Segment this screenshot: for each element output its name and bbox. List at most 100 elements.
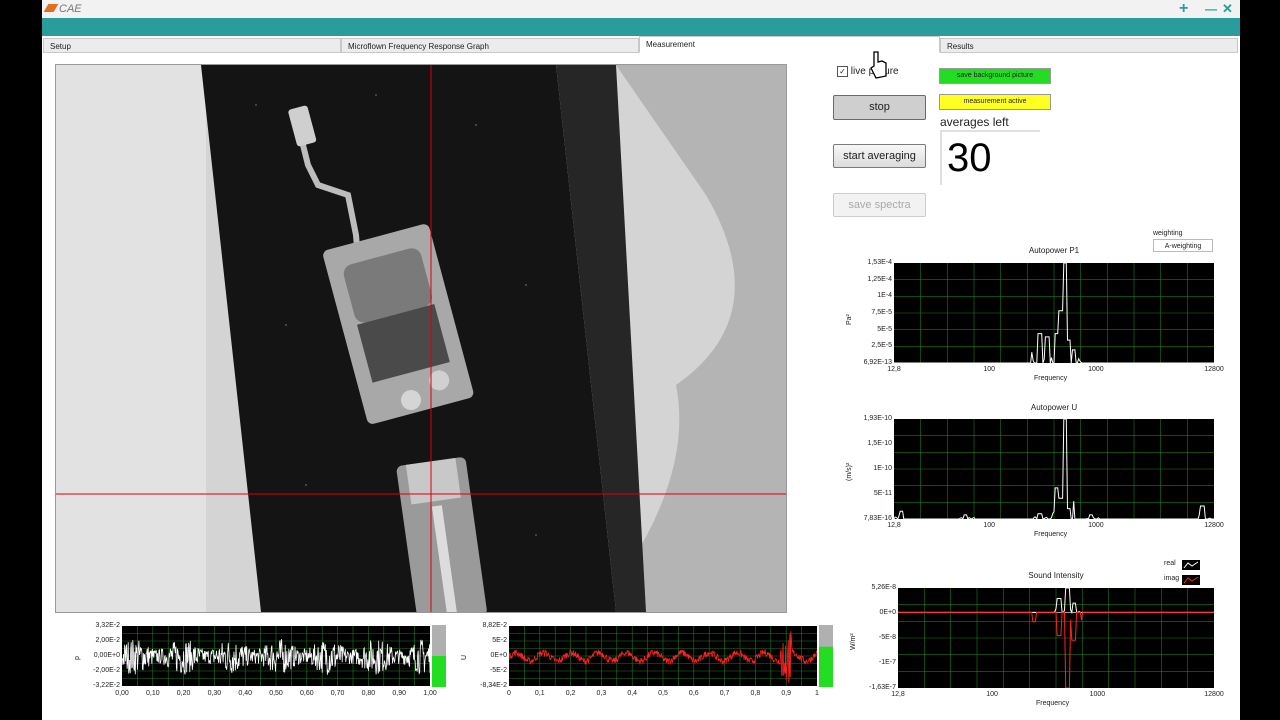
averages-left-label: averages left — [940, 115, 1009, 129]
tab-frequency-response[interactable]: Microflown Frequency Response Graph — [341, 38, 639, 53]
y-tick-label: 1,53E-4 — [867, 259, 892, 266]
legend-label-imag: imag — [1164, 575, 1180, 582]
legend-label-real: real — [1164, 560, 1176, 567]
spectrum-plot-1[interactable] — [894, 419, 1214, 519]
y-tick-label: -8,34E-2 — [480, 682, 507, 689]
x-tick-label: 0,90 — [392, 690, 406, 697]
y-tick-label: 6,92E-13 — [863, 359, 892, 366]
camera-image — [56, 65, 786, 612]
checkmark-icon: ✓ — [837, 66, 848, 77]
y-axis-label: Pa² — [846, 314, 853, 325]
x-tick-label: 100 — [983, 366, 996, 373]
logo-text: CAE — [59, 3, 82, 15]
y-tick-label: -3,22E-2 — [93, 682, 120, 689]
legend-swatch-imag — [1182, 575, 1200, 585]
x-tick-label: 0,1 — [534, 690, 545, 697]
y-tick-label: 1E-10 — [873, 465, 892, 472]
time-plot-0[interactable] — [122, 626, 430, 686]
x-tick-label: 0,8 — [750, 690, 761, 697]
y-tick-label: 1E-4 — [877, 292, 892, 300]
y-tick-label: 0E+0 — [490, 652, 507, 659]
x-tick-label: 0,2 — [565, 690, 576, 697]
y-tick-label: 1,93E-10 — [863, 415, 892, 422]
y-tick-label: 3,32E-2 — [95, 622, 120, 629]
x-tick-label: 12,8 — [887, 366, 901, 373]
x-tick-label: 1 — [815, 690, 819, 697]
title-bar: CAE + — ✕ — [42, 0, 1240, 18]
x-tick-label: 0,00 — [115, 690, 129, 697]
x-tick-label: 12,8 — [891, 691, 905, 698]
save-background-indicator[interactable]: save background picture — [939, 68, 1051, 84]
x-tick-label: 0,60 — [299, 690, 314, 697]
time-plot-1[interactable] — [509, 626, 817, 686]
close-button[interactable]: ✕ — [1222, 0, 1233, 18]
spectrum-plot-0[interactable] — [894, 263, 1214, 363]
y-tick-label: -5E-2 — [489, 667, 507, 674]
y-axis-label: U — [461, 654, 468, 660]
x-tick-label: 0,4 — [627, 690, 638, 697]
y-tick-label: -2,00E-2 — [93, 667, 120, 674]
level-meter — [432, 625, 446, 687]
header-band — [42, 18, 1240, 36]
averages-left-value: 30 — [947, 136, 992, 180]
x-tick-label: 1000 — [1089, 691, 1106, 698]
y-tick-label: 0E+0 — [879, 609, 896, 616]
chart-title-1: Autopower U — [1030, 403, 1078, 412]
x-tick-label: 1000 — [1088, 522, 1104, 529]
y-axis-label: p — [74, 656, 81, 660]
level-meter — [819, 625, 833, 687]
save-spectra-button[interactable]: save spectra — [833, 193, 926, 217]
tab-measurement[interactable]: Measurement — [639, 36, 940, 53]
x-axis-label: Frequency — [1034, 531, 1068, 538]
add-window-button[interactable]: + — [1179, 0, 1188, 18]
y-tick-label: 0,00E+0 — [93, 652, 120, 659]
start-averaging-button[interactable]: start averaging — [833, 144, 926, 168]
y-tick-label: -1,63E-7 — [869, 684, 896, 691]
x-tick-label: 0,30 — [207, 690, 222, 697]
y-tick-label: 1,5E-10 — [867, 440, 892, 447]
app-window: CAE + — ✕ Setup Microflown Frequency Res… — [42, 0, 1240, 720]
x-tick-label: 0,70 — [330, 690, 345, 697]
y-tick-label: -1E-7 — [878, 659, 896, 666]
logo-mark-icon — [43, 4, 59, 12]
y-tick-label: 5E-2 — [492, 637, 507, 644]
y-tick-label: 2,5E-5 — [871, 342, 892, 350]
y-tick-label: 5E-11 — [873, 490, 892, 497]
x-tick-label: 0,10 — [145, 690, 160, 697]
x-axis-label: Frequency — [1036, 700, 1070, 707]
x-tick-label: 0,7 — [719, 690, 730, 697]
x-tick-label: 12,8 — [887, 522, 901, 529]
y-axis-label: W/m² — [850, 633, 857, 650]
y-tick-label: 5E-5 — [877, 325, 892, 333]
x-tick-label: 0,40 — [238, 690, 252, 697]
y-tick-label: 7,83E-16 — [863, 515, 892, 522]
app-logo: CAE — [43, 3, 82, 15]
y-axis-label: (m/s)² — [846, 462, 853, 481]
x-tick-label: 12800 — [1204, 691, 1224, 698]
stop-button[interactable]: stop — [833, 95, 926, 120]
x-tick-label: 1000 — [1088, 366, 1104, 373]
x-tick-label: 0,80 — [361, 690, 376, 697]
x-tick-label: 0,3 — [596, 690, 607, 697]
x-tick-label: 100 — [983, 522, 996, 529]
x-tick-label: 0,9 — [781, 690, 792, 697]
camera-live-view[interactable] — [55, 64, 787, 613]
x-tick-label: 0,20 — [176, 690, 191, 697]
x-tick-label: 12800 — [1204, 366, 1224, 373]
minimize-button[interactable]: — — [1205, 0, 1217, 18]
hand-pointer-icon — [870, 51, 887, 79]
legend-swatch-real — [1182, 560, 1200, 570]
measurement-active-indicator: measurement active — [939, 94, 1051, 110]
y-tick-label: 1,25E-4 — [867, 275, 892, 283]
spectrum-plot-2[interactable] — [898, 588, 1214, 688]
x-tick-label: 12800 — [1204, 522, 1224, 529]
y-tick-label: -5E-8 — [878, 634, 896, 641]
x-tick-label: 100 — [986, 691, 998, 698]
x-tick-label: 0 — [507, 690, 511, 697]
tab-setup[interactable]: Setup — [43, 38, 341, 53]
x-tick-label: 0,5 — [658, 690, 668, 697]
y-tick-label: 8,82E-2 — [482, 622, 507, 629]
x-tick-label: 1,00 — [423, 690, 437, 697]
tab-results[interactable]: Results — [940, 38, 1238, 53]
y-tick-label: 7,5E-5 — [871, 309, 892, 316]
